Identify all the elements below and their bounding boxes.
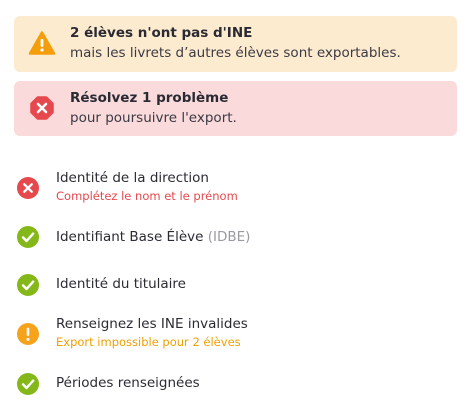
- checklist-item-label-main: Identifiant Base Élève: [56, 229, 204, 245]
- checklist-item-ine: Renseignez les INE invalides Export impo…: [16, 316, 456, 354]
- checklist-item-label: Identité de la direction: [56, 170, 209, 186]
- checklist-item-label: Périodes renseignées: [56, 375, 200, 391]
- warning-alert-title: 2 élèves n'ont pas d'INE: [70, 25, 253, 41]
- error-circle-icon: [16, 176, 40, 200]
- checklist-item-label: Identité du titulaire: [56, 276, 186, 292]
- warning-alert: 2 élèves n'ont pas d'INE mais les livret…: [14, 16, 457, 72]
- export-validation-panel: 2 élèves n'ont pas d'INE mais les livret…: [0, 0, 472, 413]
- check-circle-icon: [16, 225, 40, 249]
- error-alert-subtitle: pour poursuivre l'export.: [70, 110, 237, 126]
- check-circle-icon: [16, 372, 40, 396]
- error-alert-title: Résolvez 1 problème: [70, 90, 229, 106]
- warning-triangle-icon: [28, 29, 56, 57]
- checklist-item-periodes: Périodes renseignées: [16, 371, 456, 397]
- checklist-item-sublabel: Complétez le nom et le prénom: [56, 189, 238, 203]
- checklist-item-label-suffix: (IDBE): [207, 229, 251, 245]
- checklist-item-label: Identifiant Base Élève (IDBE): [56, 228, 250, 246]
- error-octagon-icon: [28, 94, 56, 122]
- checklist-item-label: Renseignez les INE invalides: [56, 316, 248, 332]
- exclamation-circle-icon: [16, 322, 40, 346]
- error-alert: Résolvez 1 problème pour poursuivre l'ex…: [14, 81, 457, 136]
- warning-alert-text: 2 élèves n'ont pas d'INE mais les livret…: [70, 24, 447, 63]
- checklist-item-idbe: Identifiant Base Élève (IDBE): [16, 224, 456, 250]
- checklist-item-sublabel: Export impossible pour 2 élèves: [56, 335, 241, 349]
- checklist-item-titulaire: Identité du titulaire: [16, 272, 456, 298]
- error-alert-text: Résolvez 1 problème pour poursuivre l'ex…: [70, 89, 447, 128]
- warning-alert-subtitle: mais les livrets d’autres élèves sont ex…: [70, 45, 401, 61]
- checklist-item-direction: Identité de la direction Complétez le no…: [16, 170, 456, 208]
- check-circle-icon: [16, 273, 40, 297]
